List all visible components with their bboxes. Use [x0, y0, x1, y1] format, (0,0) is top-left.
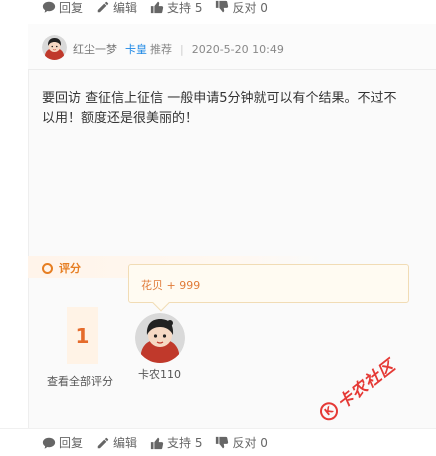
reply-button[interactable]: 回复 — [42, 434, 83, 451]
reply-button[interactable]: 回复 — [42, 0, 83, 16]
rating-label: 评分 — [59, 262, 81, 275]
oppose-label: 反对 0 — [232, 0, 268, 15]
thumbs-down-icon — [216, 0, 229, 13]
rating-title: 评分 — [42, 260, 81, 276]
reply-label: 回复 — [59, 0, 84, 15]
oppose-button[interactable]: 反对 0 — [215, 434, 268, 451]
pencil-icon — [97, 1, 109, 13]
thumbs-down-icon — [216, 436, 229, 448]
recommend-label: 推荐 — [150, 43, 172, 56]
support-label: 支持 5 — [167, 0, 203, 15]
post-line-1: 要回访 查征信上征信 一般申请5分钟就可以有个结果。不过不 — [42, 91, 397, 106]
tooltip-text: 花贝 + 999 — [141, 279, 201, 292]
author-avatar[interactable] — [42, 35, 67, 60]
support-button[interactable]: 支持 5 — [150, 0, 202, 16]
post-line-2: 以用！额度还是很美丽的！ — [42, 111, 199, 126]
chat-bubble-icon — [42, 1, 56, 13]
oppose-label: 反对 0 — [232, 436, 268, 450]
circle-icon — [42, 262, 53, 274]
bottom-action-bar: 回复 编辑 支持 5 反对 0 — [0, 428, 436, 456]
edit-button[interactable]: 编辑 — [96, 434, 137, 451]
view-all-ratings-link[interactable]: 查看全部评分 — [47, 373, 113, 389]
thumbs-up-icon — [150, 1, 164, 14]
rater-avatar[interactable] — [135, 313, 185, 363]
author-badge[interactable]: 卡皇 — [125, 41, 147, 57]
rating-tooltip: 花贝 + 999 — [128, 264, 409, 312]
edit-label: 编辑 — [113, 436, 138, 450]
edit-button[interactable]: 编辑 — [96, 0, 137, 16]
oppose-button[interactable]: 反对 0 — [215, 0, 268, 16]
pencil-icon — [97, 437, 109, 448]
post-time: 2020-5-20 10:49 — [191, 42, 284, 56]
rater-name[interactable]: 卡农110 — [138, 366, 181, 382]
avatar-image-icon — [42, 35, 67, 60]
post-meta: 红尘一梦 卡皇 推荐 | 2020-5-20 10:49 — [73, 41, 284, 57]
rating-count: 1 — [67, 307, 98, 364]
support-label: 支持 5 — [167, 436, 203, 450]
support-button[interactable]: 支持 5 — [150, 434, 202, 451]
meta-separator: | — [180, 42, 184, 56]
thumbs-up-icon — [150, 437, 164, 449]
avatar-image-icon — [135, 313, 185, 363]
reply-label: 回复 — [59, 436, 84, 450]
chat-bubble-icon — [42, 437, 56, 449]
edit-label: 编辑 — [113, 0, 138, 15]
author-name[interactable]: 红尘一梦 — [73, 41, 117, 57]
top-action-bar: 回复 编辑 支持 5 反对 0 — [0, 0, 436, 16]
post-content: 要回访 查征信上征信 一般申请5分钟就可以有个结果。不过不 以用！额度还是很美丽… — [42, 89, 436, 129]
